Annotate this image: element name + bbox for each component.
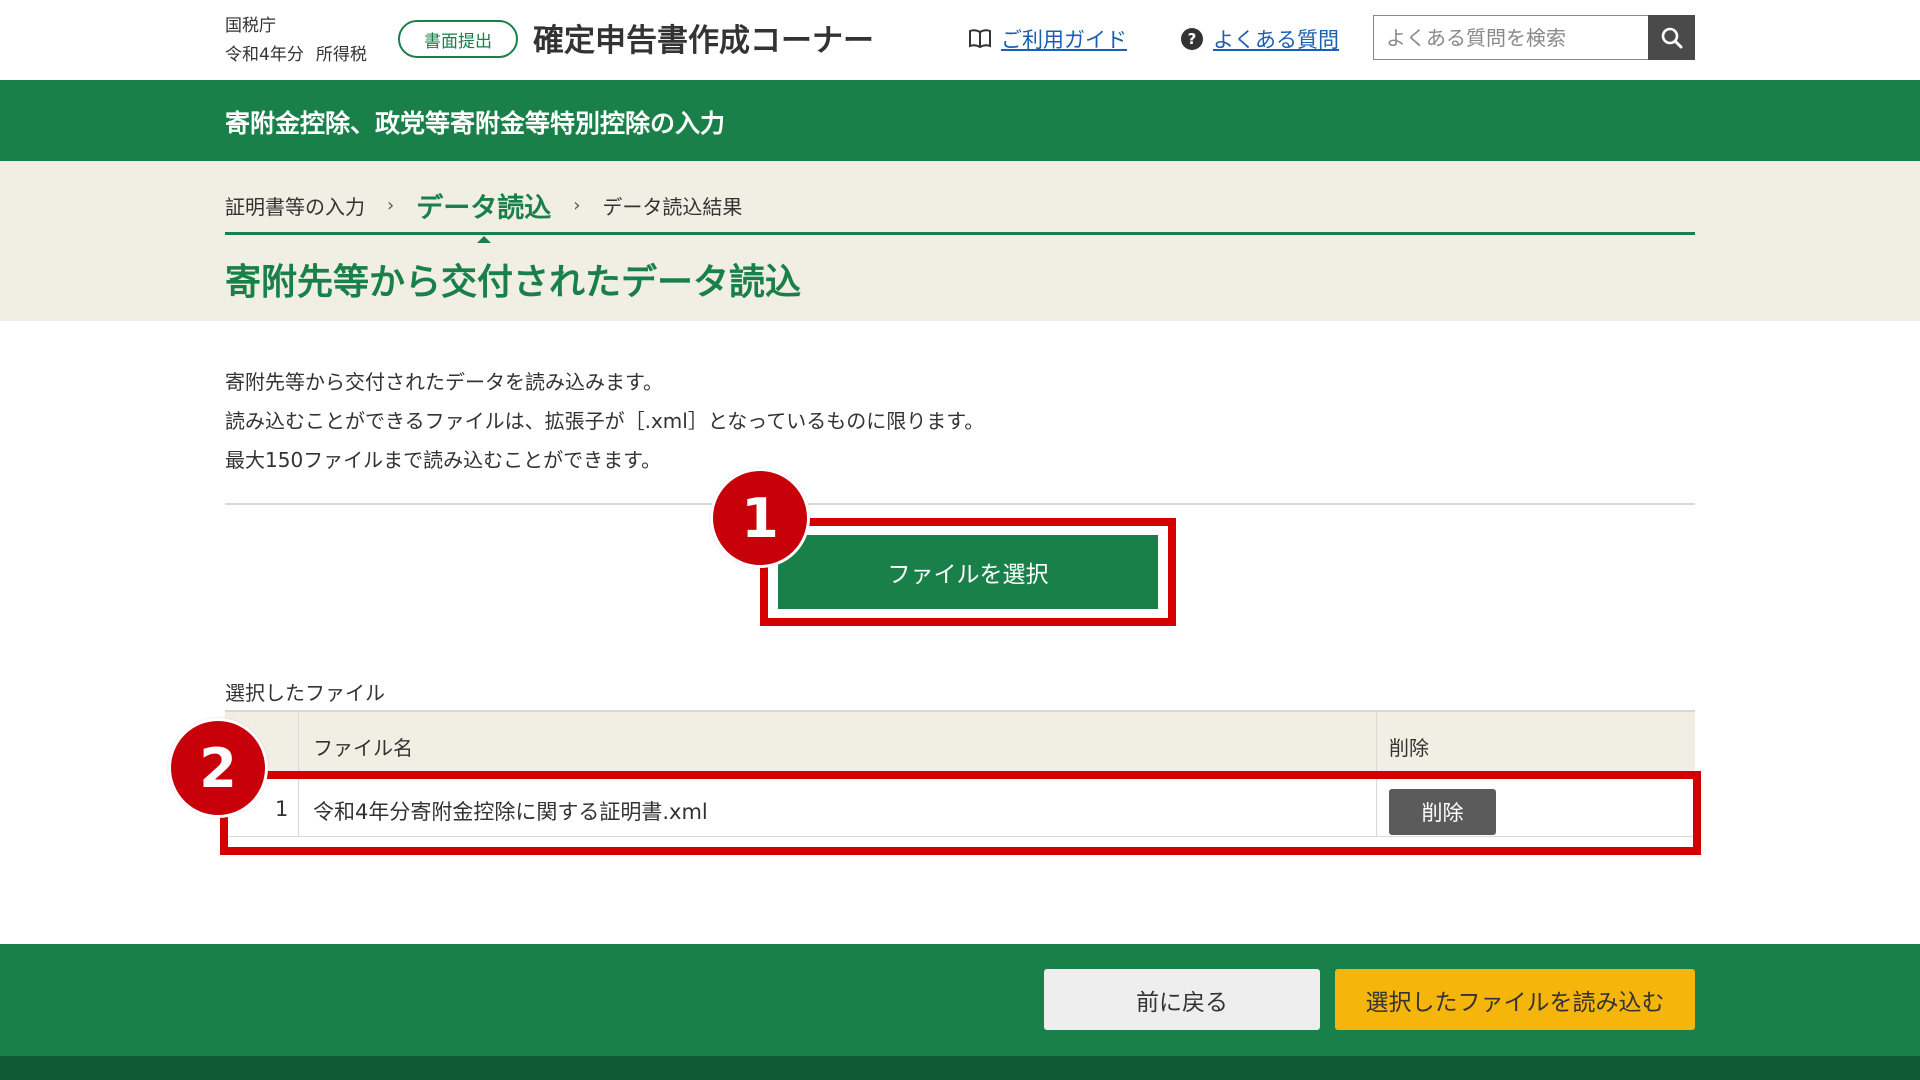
faq-link-label: よくある質問 [1213,28,1339,52]
page-header-area: 証明書等の入力 › データ読込 › データ読込結果 寄附先等から交付されたデータ… [0,161,1920,321]
table-header: ファイル名 削除 [225,710,1695,772]
description-line: 寄附先等から交付されたデータを読み込みます。 [225,370,663,394]
agency-name: 国税庁 [225,16,276,36]
search-icon [1661,27,1682,48]
site-title[interactable]: 確定申告書作成コーナー [533,20,874,62]
highlight-box-file-row [220,771,1701,855]
guide-link[interactable]: ご利用ガイド [968,24,1127,54]
step-indicator: 証明書等の入力 › データ読込 › データ読込結果 [225,186,743,225]
back-button[interactable]: 前に戻る [1044,969,1320,1030]
site-footer [0,1056,1920,1080]
action-bar: 前に戻る 選択したファイルを読み込む [0,944,1920,1056]
description: 寄附先等から交付されたデータを読み込みます。 読み込むことができるファイルは、拡… [225,363,984,480]
step-import-result: データ読込結果 [602,194,743,219]
section-header-band: 寄附金控除、政党等寄附金等特別控除の入力 [0,80,1920,161]
site-header: 国税庁 令和4年分 所得税 書面提出 確定申告書作成コーナー ご利用ガイド ? よ… [0,0,1920,80]
annotation-badge-2: 2 [168,718,268,818]
step-data-import: データ読込 [416,186,551,225]
chevron-right-icon: › [387,194,395,216]
tax-year: 令和4年分 [225,45,304,65]
guide-link-label: ご利用ガイド [1001,28,1127,52]
faq-search-box [1373,15,1649,60]
column-header-delete: 削除 [1389,736,1429,760]
submit-method-badge: 書面提出 [398,20,518,58]
agency-info: 国税庁 令和4年分 所得税 [225,12,367,70]
book-icon [969,29,991,49]
divider [225,503,1695,505]
page-title: 寄附先等から交付されたデータ読込 [225,262,802,303]
step-certificate-input: 証明書等の入力 [225,194,365,219]
faq-search-input[interactable] [1374,16,1648,59]
select-file-button[interactable]: ファイルを選択 [778,535,1158,609]
section-title: 寄附金控除、政党等寄附金等特別控除の入力 [225,109,726,138]
description-line: 最大150ファイルまで読み込むことができます。 [225,448,662,472]
tax-type: 所得税 [315,45,367,65]
annotation-badge-1: 1 [710,468,810,568]
faq-link[interactable]: ? よくある質問 [1181,24,1339,54]
column-header-filename: ファイル名 [313,736,413,760]
selected-files-caption: 選択したファイル [225,681,385,705]
search-button[interactable] [1648,15,1695,60]
step-divider [225,232,1695,235]
load-files-button[interactable]: 選択したファイルを読み込む [1335,969,1695,1030]
description-line: 読み込むことができるファイルは、拡張子が［.xml］となっているものに限ります。 [225,409,985,433]
chevron-right-icon: › [573,194,581,216]
question-icon: ? [1181,28,1203,50]
